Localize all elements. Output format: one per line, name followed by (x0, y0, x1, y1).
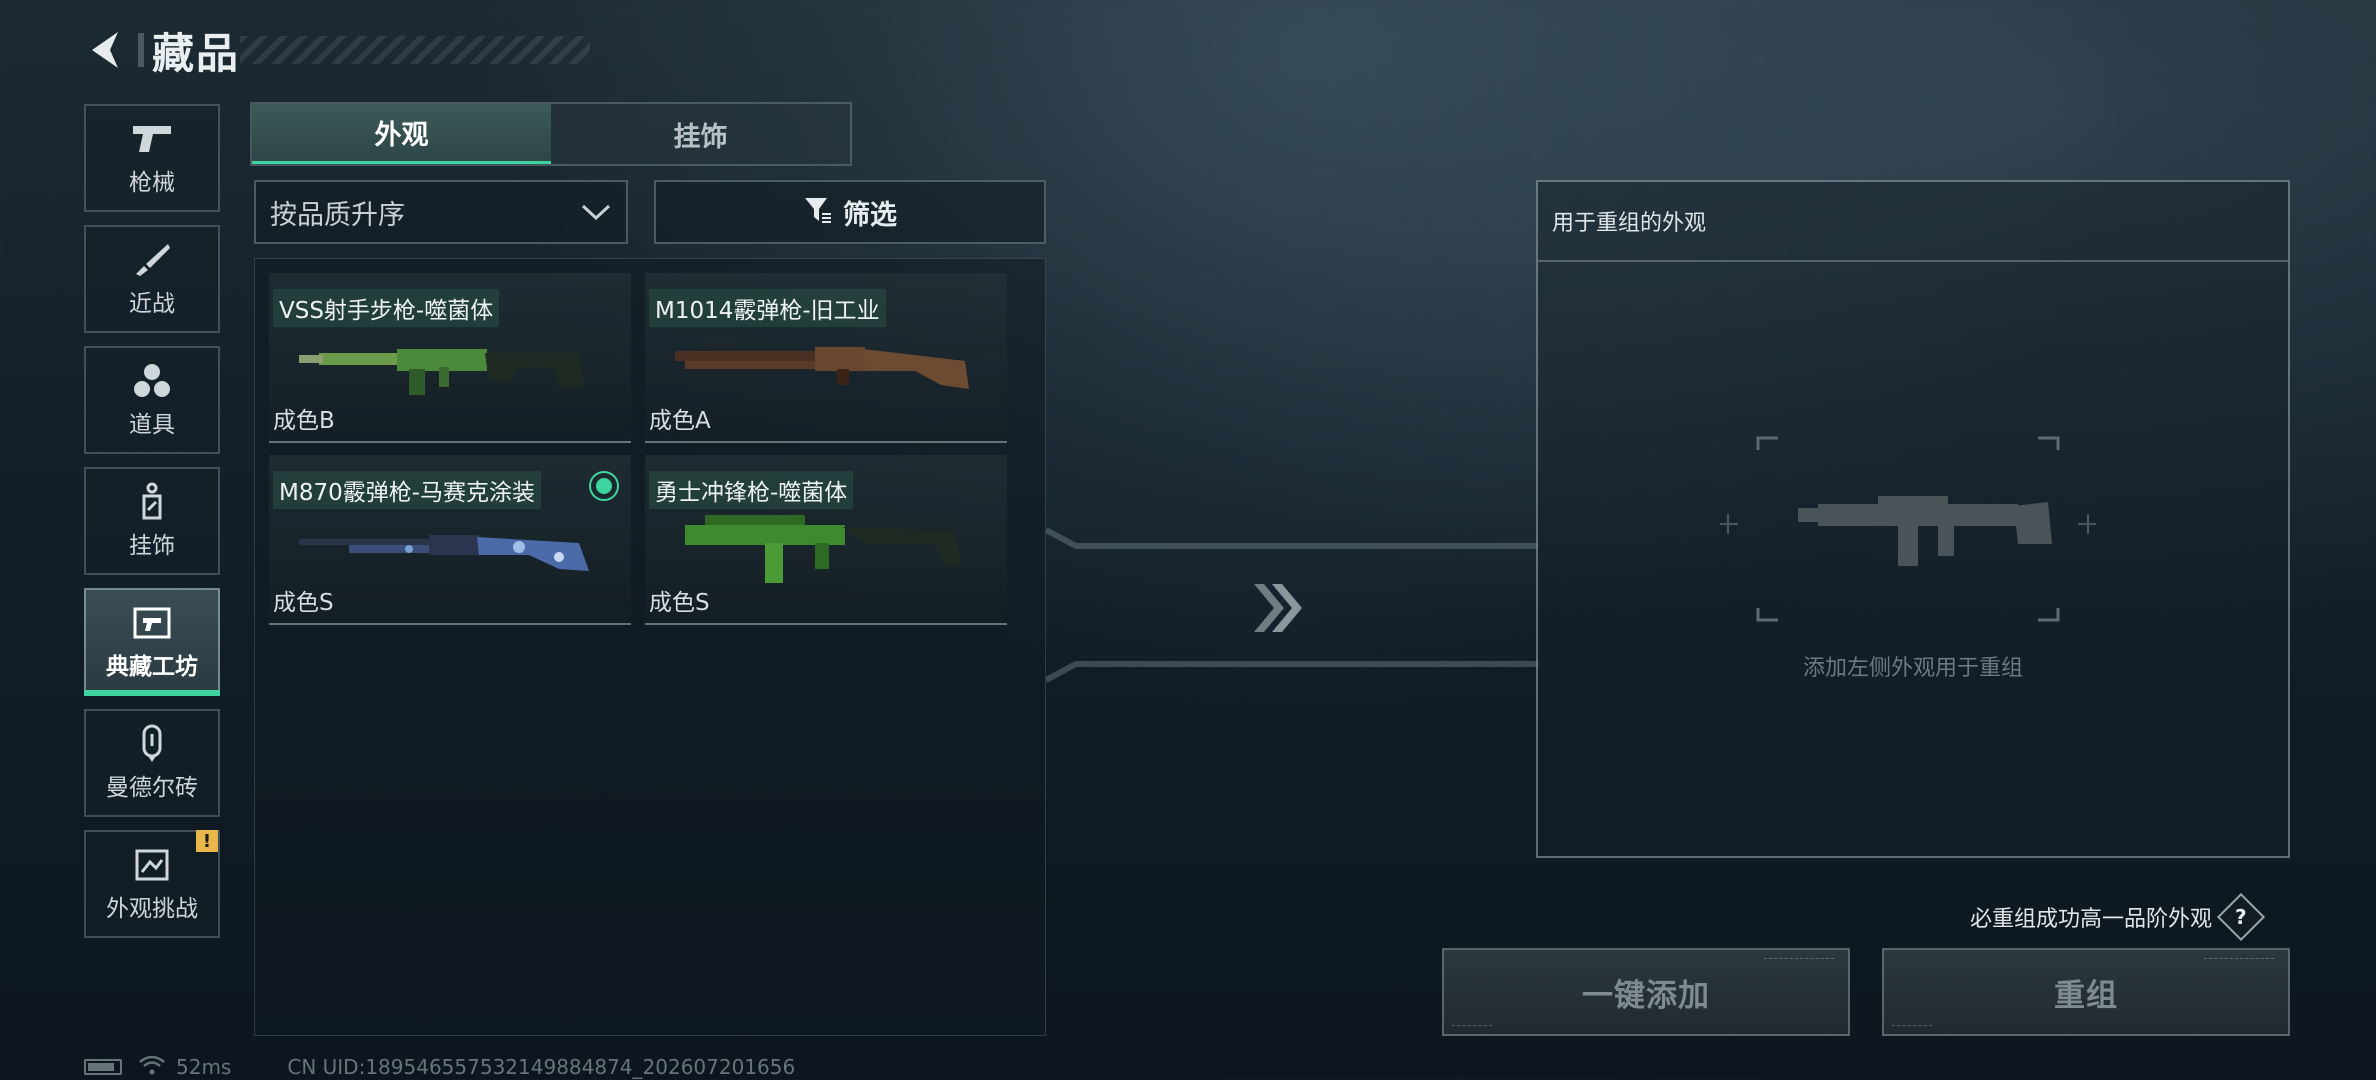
skin-list-panel: VSS射手步枪-噬菌体 成色B M1014霰弹枪-旧工业 成色A M870霰弹枪… (254, 258, 1046, 1036)
sidebar-item-workshop[interactable]: 典藏工坊 (84, 588, 220, 696)
warning-badge: ! (196, 830, 218, 852)
button-decoration (1764, 958, 1834, 968)
m870-shotgun-image (299, 535, 589, 571)
skin-grade: 成色S (649, 590, 710, 616)
double-chevron-right-icon (1250, 578, 1306, 642)
help-icon[interactable]: ? (2216, 892, 2266, 942)
hint-text: 必重组成功高一品阶外观 (1970, 907, 2213, 932)
title-stripes-decoration (240, 36, 590, 64)
workshop-icon (128, 603, 176, 643)
filter-icon (803, 195, 833, 229)
skin-card[interactable]: M870霰弹枪-马赛克涂装 成色S (269, 455, 631, 625)
user-uid: CN UID:18954655753214988487​4_2026072016… (287, 1055, 796, 1079)
sidebar-item-mandel-brick[interactable]: 曼德尔砖 (84, 709, 220, 817)
sidebar-item-charms[interactable]: 挂饰 (84, 467, 220, 575)
back-arrow-icon[interactable] (80, 26, 128, 74)
sidebar-item-label: 枪械 (129, 170, 175, 196)
tab-bar: 外观 挂饰 (250, 102, 852, 166)
mandel-brick-icon (128, 724, 176, 764)
recombine-panel-title: 用于重组的外观 (1538, 182, 2288, 262)
sidebar-item-guns[interactable]: 枪械 (84, 104, 220, 212)
recombine-button[interactable]: 重组 (1882, 948, 2290, 1036)
filter-button[interactable]: 筛选 (654, 180, 1046, 244)
recombine-label: 重组 (2054, 977, 2118, 1014)
vss-rifle-image (299, 349, 585, 395)
grenade-cluster-icon (128, 361, 176, 401)
skin-card[interactable]: VSS射手步枪-噬菌体 成色B (269, 273, 631, 443)
add-all-label: 一键添加 (1582, 977, 1710, 1014)
sidebar-item-label: 道具 (129, 412, 175, 438)
sidebar-item-skin-challenge[interactable]: ! 外观挑战 (84, 830, 220, 938)
charm-tag-icon (128, 482, 176, 522)
empty-slot-rifle-icon (1720, 436, 2096, 622)
chevron-down-icon (566, 202, 626, 222)
pistol-icon (128, 119, 176, 159)
category-sidebar: 枪械 近战 道具 挂饰 典藏工坊 曼德尔砖 ! 外观挑战 (84, 104, 220, 951)
skin-grade: 成色A (649, 408, 711, 434)
add-all-button[interactable]: 一键添加 (1442, 948, 1850, 1036)
tab-appearance[interactable]: 外观 (252, 104, 551, 164)
m1014-shotgun-image (675, 347, 969, 389)
skin-card[interactable]: M1014霰弹枪-旧工业 成色A (645, 273, 1007, 443)
button-decoration (1452, 1020, 1492, 1026)
skin-card[interactable]: 勇士冲锋枪-噬菌体 成色S (645, 455, 1007, 625)
sidebar-item-label: 外观挑战 (106, 896, 198, 922)
skin-name: 勇士冲锋枪-噬菌体 (649, 471, 854, 509)
knife-icon (128, 240, 176, 280)
skin-challenge-icon (128, 845, 176, 885)
recombine-panel: 用于重组的外观 添加左侧外观用于重组 (1536, 180, 2290, 858)
sidebar-item-gadgets[interactable]: 道具 (84, 346, 220, 454)
button-decoration (2204, 958, 2274, 968)
button-decoration (1892, 1020, 1932, 1026)
empty-slot-hint: 添加左侧外观用于重组 (1802, 656, 2023, 681)
page-header: 藏品 (80, 22, 590, 78)
status-bar: 52ms CN UID:18954655753214988487​4_20260… (84, 1054, 795, 1080)
sidebar-item-label: 近战 (129, 291, 175, 317)
skin-grade: 成色S (273, 590, 334, 616)
skin-name: M1014霰弹枪-旧工业 (649, 289, 886, 327)
page-title: 藏品 (152, 28, 241, 78)
selected-indicator (589, 471, 619, 501)
sidebar-item-label: 曼德尔砖 (106, 775, 198, 801)
skin-grade: 成色B (273, 408, 335, 434)
tab-charms[interactable]: 挂饰 (551, 104, 850, 164)
warrior-smg-image (685, 515, 961, 583)
sort-value: 按品质升序 (270, 199, 405, 231)
skin-name: M870霰弹枪-马赛克涂装 (273, 471, 542, 509)
help-glyph: ? (2235, 904, 2247, 929)
wifi-icon (138, 1054, 166, 1080)
recombine-hint: 必重组成功高一品阶外观 ? (1970, 892, 2266, 942)
sidebar-item-melee[interactable]: 近战 (84, 225, 220, 333)
title-divider (138, 33, 144, 67)
filter-label: 筛选 (843, 199, 897, 231)
ping-value: 52ms (176, 1055, 232, 1079)
sidebar-item-label: 挂饰 (129, 533, 175, 559)
sort-dropdown[interactable]: 按品质升序 (254, 180, 628, 244)
sidebar-item-label: 典藏工坊 (106, 654, 198, 680)
battery-icon (84, 1059, 122, 1075)
skin-name: VSS射手步枪-噬菌体 (273, 289, 500, 327)
